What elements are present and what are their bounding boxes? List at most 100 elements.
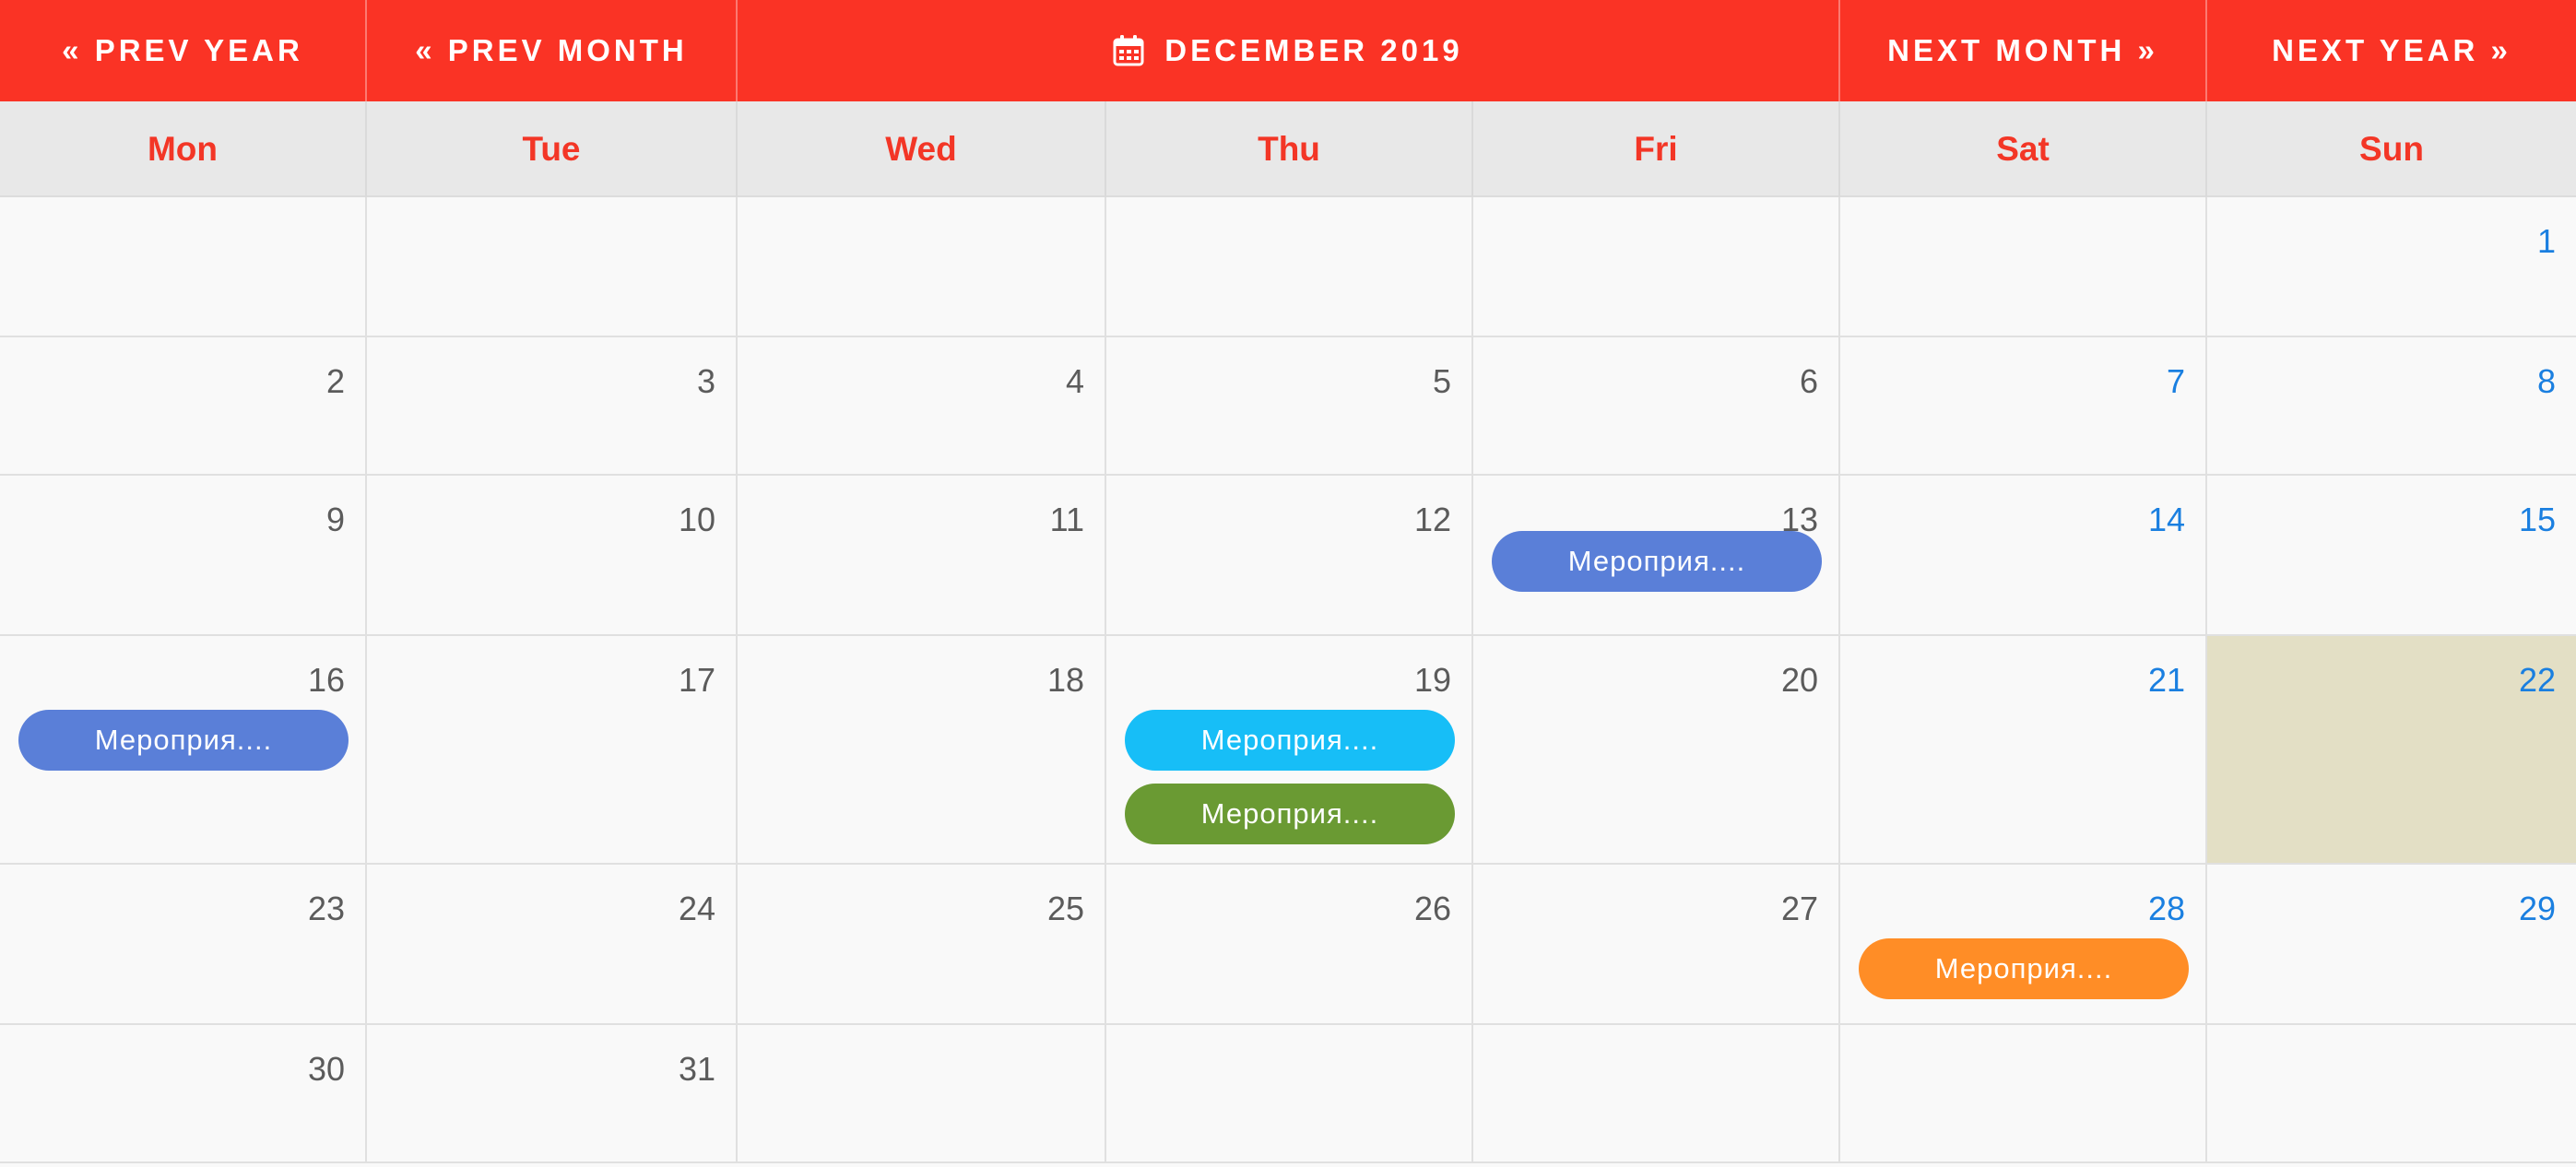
next-month-label: NEXT MONTH »: [1887, 33, 2158, 67]
day-number: 18: [1046, 661, 1084, 699]
day-number: 5: [1432, 362, 1451, 400]
empty-day-cell: [1106, 197, 1473, 336]
day-cell[interactable]: 2: [0, 337, 367, 474]
day-cell[interactable]: 29: [2207, 865, 2576, 1023]
month-grid: 1 2 3 4 5 6 7 8 9 10 11 12 13 Мероприя.... 14 15 16 Мероп…: [0, 197, 2576, 1163]
day-number: 14: [2147, 501, 2185, 538]
next-year-button[interactable]: NEXT YEAR »: [2207, 0, 2576, 101]
next-year-label: NEXT YEAR »: [2272, 33, 2511, 67]
day-number: 2: [325, 362, 345, 400]
day-cell[interactable]: 30: [0, 1025, 367, 1161]
prev-year-button[interactable]: « PREV YEAR: [0, 0, 367, 101]
week-row: 9 10 11 12 13 Мероприя.... 14 15: [0, 476, 2576, 636]
calendar-navigation: « PREV YEAR « PREV MONTH DECEMBER 2019 N…: [0, 0, 2576, 101]
day-cell[interactable]: 8: [2207, 337, 2576, 474]
next-month-button[interactable]: NEXT MONTH »: [1840, 0, 2207, 101]
empty-day-cell: [1473, 197, 1840, 336]
week-row: 30 31: [0, 1025, 2576, 1163]
day-number: 8: [2536, 362, 2556, 400]
day-cell[interactable]: 11: [738, 476, 1106, 634]
day-cell[interactable]: 7: [1840, 337, 2207, 474]
event-pill[interactable]: Мероприя....: [18, 710, 349, 771]
day-number: 16: [307, 661, 345, 699]
day-number: 17: [678, 661, 715, 699]
empty-day-cell: [1106, 1025, 1473, 1161]
month-title: DECEMBER 2019: [738, 0, 1840, 101]
day-cell[interactable]: 17: [367, 636, 738, 863]
empty-day-cell: [1840, 1025, 2207, 1161]
day-cell[interactable]: 21: [1840, 636, 2207, 863]
day-number: 25: [1046, 890, 1084, 927]
day-number: 12: [1413, 501, 1451, 538]
day-number: 22: [2518, 661, 2556, 699]
day-cell[interactable]: 15: [2207, 476, 2576, 634]
event-pill[interactable]: Мероприя....: [1125, 784, 1455, 844]
day-cell[interactable]: 16 Мероприя....: [0, 636, 367, 863]
day-cell[interactable]: 25: [738, 865, 1106, 1023]
empty-day-cell: [738, 1025, 1106, 1161]
empty-day-cell: [2207, 1025, 2576, 1161]
week-row: 1: [0, 197, 2576, 337]
day-cell[interactable]: 10: [367, 476, 738, 634]
day-cell[interactable]: 20: [1473, 636, 1840, 863]
day-cell[interactable]: 28 Мероприя....: [1840, 865, 2207, 1023]
weekday-fri: Fri: [1473, 101, 1840, 197]
day-cell[interactable]: 3: [367, 337, 738, 474]
day-number: 15: [2518, 501, 2556, 538]
day-number: 9: [325, 501, 345, 538]
day-number: 10: [678, 501, 715, 538]
day-number: 6: [1799, 362, 1818, 400]
day-number: 29: [2518, 890, 2556, 927]
day-number: 31: [678, 1050, 715, 1088]
prev-month-label: « PREV MONTH: [415, 33, 688, 67]
month-title-label: DECEMBER 2019: [1164, 33, 1463, 67]
day-number: 1: [2536, 222, 2556, 260]
day-cell[interactable]: 19 Мероприя.... Мероприя....: [1106, 636, 1473, 863]
day-number: 21: [2147, 661, 2185, 699]
empty-day-cell: [1840, 197, 2207, 336]
week-row: 2 3 4 5 6 7 8: [0, 337, 2576, 476]
day-number: 28: [2147, 890, 2185, 927]
prev-year-label: « PREV YEAR: [62, 33, 303, 67]
day-cell[interactable]: 26: [1106, 865, 1473, 1023]
day-cell[interactable]: 5: [1106, 337, 1473, 474]
day-number: 11: [1049, 501, 1084, 538]
day-cell[interactable]: 6: [1473, 337, 1840, 474]
day-number: 19: [1413, 661, 1451, 699]
day-cell[interactable]: 13 Мероприя....: [1473, 476, 1840, 634]
day-cell[interactable]: 14: [1840, 476, 2207, 634]
day-cell[interactable]: 4: [738, 337, 1106, 474]
day-cell[interactable]: 22: [2207, 636, 2576, 863]
day-number: 20: [1780, 661, 1818, 699]
prev-month-button[interactable]: « PREV MONTH: [367, 0, 738, 101]
event-pill[interactable]: Мероприя....: [1859, 938, 2189, 999]
day-number: 26: [1413, 890, 1451, 927]
day-number: 24: [678, 890, 715, 927]
weekday-header: Mon Tue Wed Thu Fri Sat Sun: [0, 101, 2576, 197]
day-cell[interactable]: 27: [1473, 865, 1840, 1023]
day-number: 7: [2166, 362, 2185, 400]
event-pill[interactable]: Мероприя....: [1492, 531, 1822, 592]
empty-day-cell: [1473, 1025, 1840, 1161]
day-cell[interactable]: 12: [1106, 476, 1473, 634]
day-cell[interactable]: 9: [0, 476, 367, 634]
day-cell[interactable]: 24: [367, 865, 738, 1023]
weekday-thu: Thu: [1106, 101, 1473, 197]
day-number: 27: [1780, 890, 1818, 927]
calendar: « PREV YEAR « PREV MONTH DECEMBER 2019 N…: [0, 0, 2576, 1167]
weekday-sun: Sun: [2359, 130, 2424, 168]
day-number: 3: [696, 362, 715, 400]
weekday-tue: Tue: [367, 101, 738, 197]
weekday-wed: Wed: [738, 101, 1106, 197]
calendar-icon: [1113, 35, 1144, 66]
day-cell[interactable]: 31: [367, 1025, 738, 1161]
empty-day-cell: [738, 197, 1106, 336]
event-pill[interactable]: Мероприя....: [1125, 710, 1455, 771]
empty-day-cell: [0, 197, 367, 336]
day-cell[interactable]: 1: [2207, 197, 2576, 336]
day-cell[interactable]: 18: [738, 636, 1106, 863]
week-row: 16 Мероприя.... 17 18 19 Мероприя.... Мероприя…: [0, 636, 2576, 865]
day-number: 30: [307, 1050, 345, 1088]
day-cell[interactable]: 23: [0, 865, 367, 1023]
day-number: 23: [307, 890, 345, 927]
